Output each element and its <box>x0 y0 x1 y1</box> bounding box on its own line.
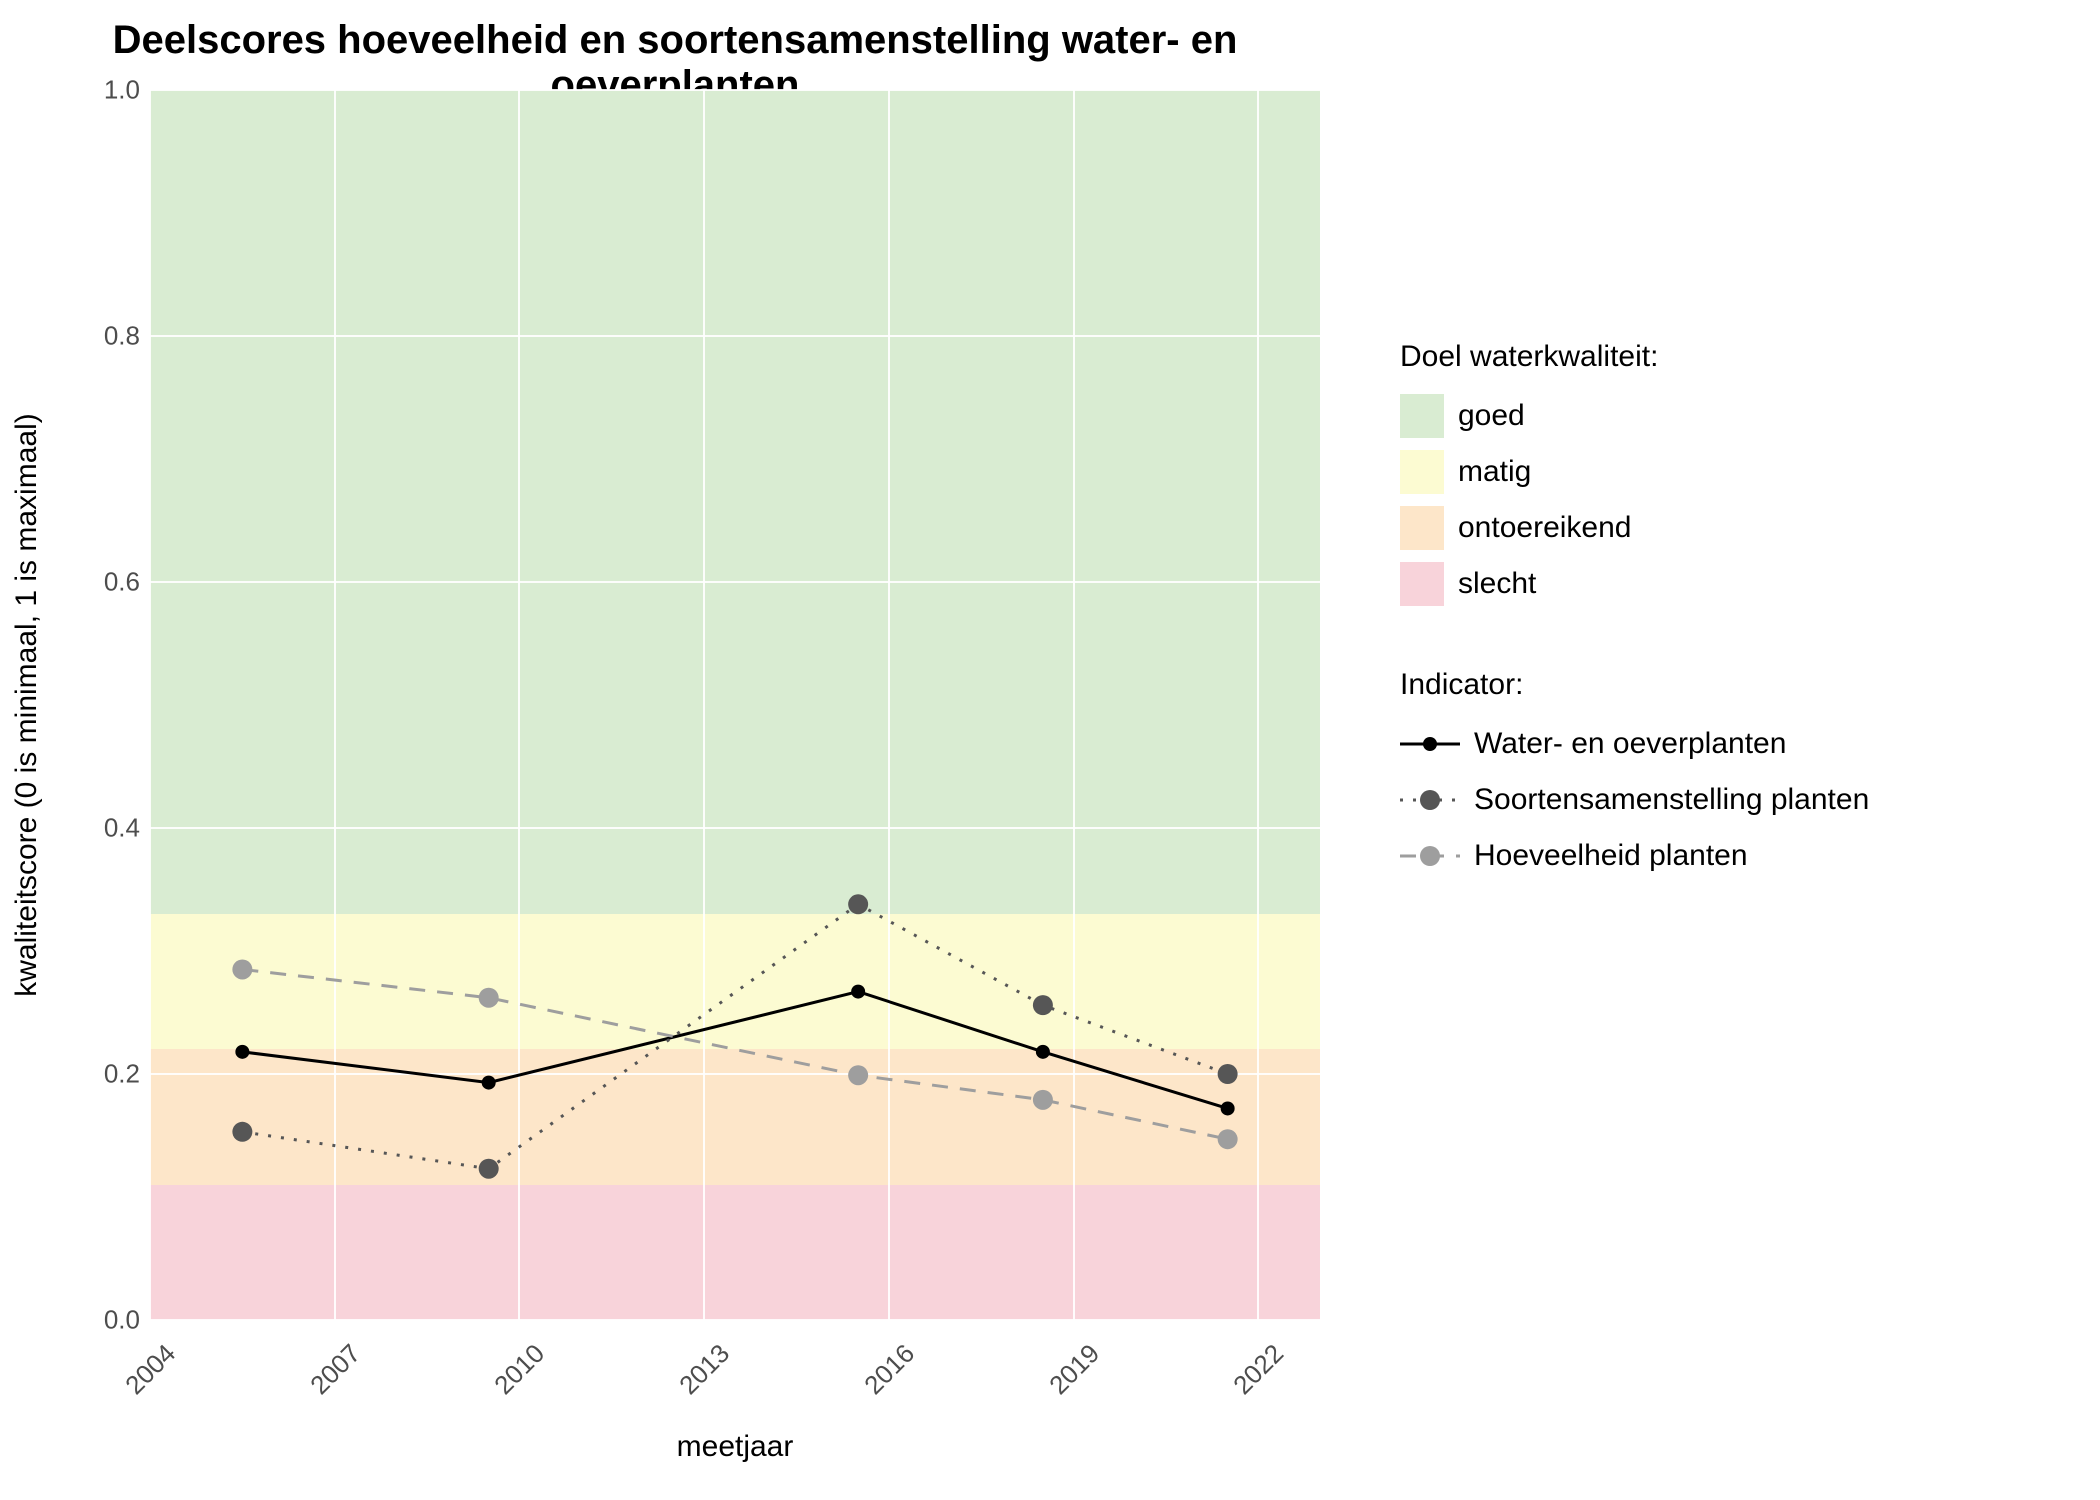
legend-series-label: Water- en oeverplanten <box>1474 727 1786 761</box>
legend: Doel waterkwaliteit: goed matig ontoereike… <box>1400 340 2050 890</box>
legend-band-row: slecht <box>1400 562 2050 606</box>
legend-band-label: goed <box>1458 399 1525 433</box>
legend-line-sample <box>1400 778 1460 822</box>
legend-series-label: Hoeveelheid planten <box>1474 839 1748 873</box>
series-point <box>1218 1129 1238 1149</box>
x-tick-label: 2016 <box>842 1338 920 1416</box>
series-point <box>232 959 252 979</box>
x-axis-title: meetjaar <box>150 1430 1320 1464</box>
series-point <box>482 1076 496 1090</box>
legend-series-row: Water- en oeverplanten <box>1400 722 2050 766</box>
x-tick-label: 2007 <box>288 1338 366 1416</box>
x-tick-label: 2010 <box>473 1338 551 1416</box>
y-tick-label: 0.4 <box>60 813 140 844</box>
legend-series-items: Water- en oeverplanten Soortensamenstelli… <box>1400 722 2050 878</box>
legend-indicator-title: Indicator: <box>1400 668 2050 702</box>
legend-series-row: Soortensamenstelling planten <box>1400 778 2050 822</box>
legend-band-label: slecht <box>1458 567 1536 601</box>
legend-series-label: Soortensamenstelling planten <box>1474 783 1869 817</box>
series-point <box>1218 1064 1238 1084</box>
series-point <box>479 988 499 1008</box>
x-tick-label: 2022 <box>1212 1338 1290 1416</box>
legend-line-sample <box>1400 834 1460 878</box>
y-tick-label: 0.0 <box>60 1305 140 1336</box>
legend-swatch <box>1400 506 1444 550</box>
series-point <box>1033 995 1053 1015</box>
legend-swatch <box>1400 450 1444 494</box>
series-point <box>232 1122 252 1142</box>
series-line <box>242 904 1227 1168</box>
y-tick-label: 0.6 <box>60 567 140 598</box>
x-tick-label: 2013 <box>658 1338 736 1416</box>
y-axis-title: kwaliteitscore (0 is minimaal, 1 is maxi… <box>10 413 44 996</box>
series-point <box>851 985 865 999</box>
legend-band-row: matig <box>1400 450 2050 494</box>
series-line <box>242 969 1227 1139</box>
series-point <box>848 1065 868 1085</box>
y-tick-label: 0.2 <box>60 1059 140 1090</box>
series-point <box>1033 1090 1053 1110</box>
legend-band-label: ontoereikend <box>1458 511 1631 545</box>
legend-swatch <box>1400 394 1444 438</box>
plot-panel <box>150 90 1320 1320</box>
legend-line-sample <box>1400 722 1460 766</box>
series-point <box>1221 1101 1235 1115</box>
legend-swatch <box>1400 562 1444 606</box>
series-point <box>1036 1045 1050 1059</box>
series-point <box>235 1045 249 1059</box>
chart-root: Deelscores hoeveelheid en soortensamenst… <box>0 0 2100 1500</box>
legend-bands-title: Doel waterkwaliteit: <box>1400 340 2050 374</box>
series-point <box>848 894 868 914</box>
series-line <box>242 992 1227 1109</box>
legend-band-label: matig <box>1458 455 1531 489</box>
y-tick-label: 1.0 <box>60 75 140 106</box>
x-tick-label: 2019 <box>1027 1338 1105 1416</box>
plot-svg <box>150 90 1320 1320</box>
y-tick-label: 0.8 <box>60 321 140 352</box>
legend-band-row: goed <box>1400 394 2050 438</box>
legend-bands-items: goed matig ontoereikend slecht <box>1400 394 2050 606</box>
legend-series-row: Hoeveelheid planten <box>1400 834 2050 878</box>
x-tick-label: 2004 <box>103 1338 181 1416</box>
series-point <box>479 1159 499 1179</box>
legend-band-row: ontoereikend <box>1400 506 2050 550</box>
